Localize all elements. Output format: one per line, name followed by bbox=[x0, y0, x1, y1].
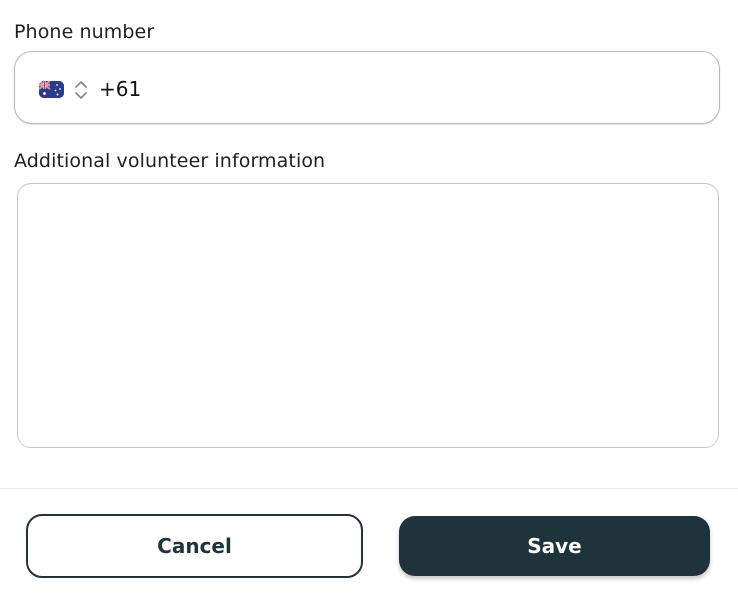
cancel-button[interactable]: Cancel bbox=[26, 514, 363, 578]
volunteer-form: Phone number +61 Additional volunteer in… bbox=[0, 0, 738, 596]
save-button[interactable]: Save bbox=[399, 516, 710, 576]
australia-flag-icon[interactable] bbox=[39, 81, 64, 98]
additional-info-label: Additional volunteer information bbox=[14, 150, 326, 172]
phone-number-label: Phone number bbox=[14, 21, 155, 43]
footer-divider bbox=[0, 488, 738, 489]
phone-number-field[interactable]: +61 bbox=[14, 51, 720, 124]
dial-code-value[interactable]: +61 bbox=[99, 76, 141, 102]
additional-info-textarea[interactable] bbox=[17, 183, 719, 448]
country-select-chevron-icon[interactable] bbox=[73, 78, 89, 102]
